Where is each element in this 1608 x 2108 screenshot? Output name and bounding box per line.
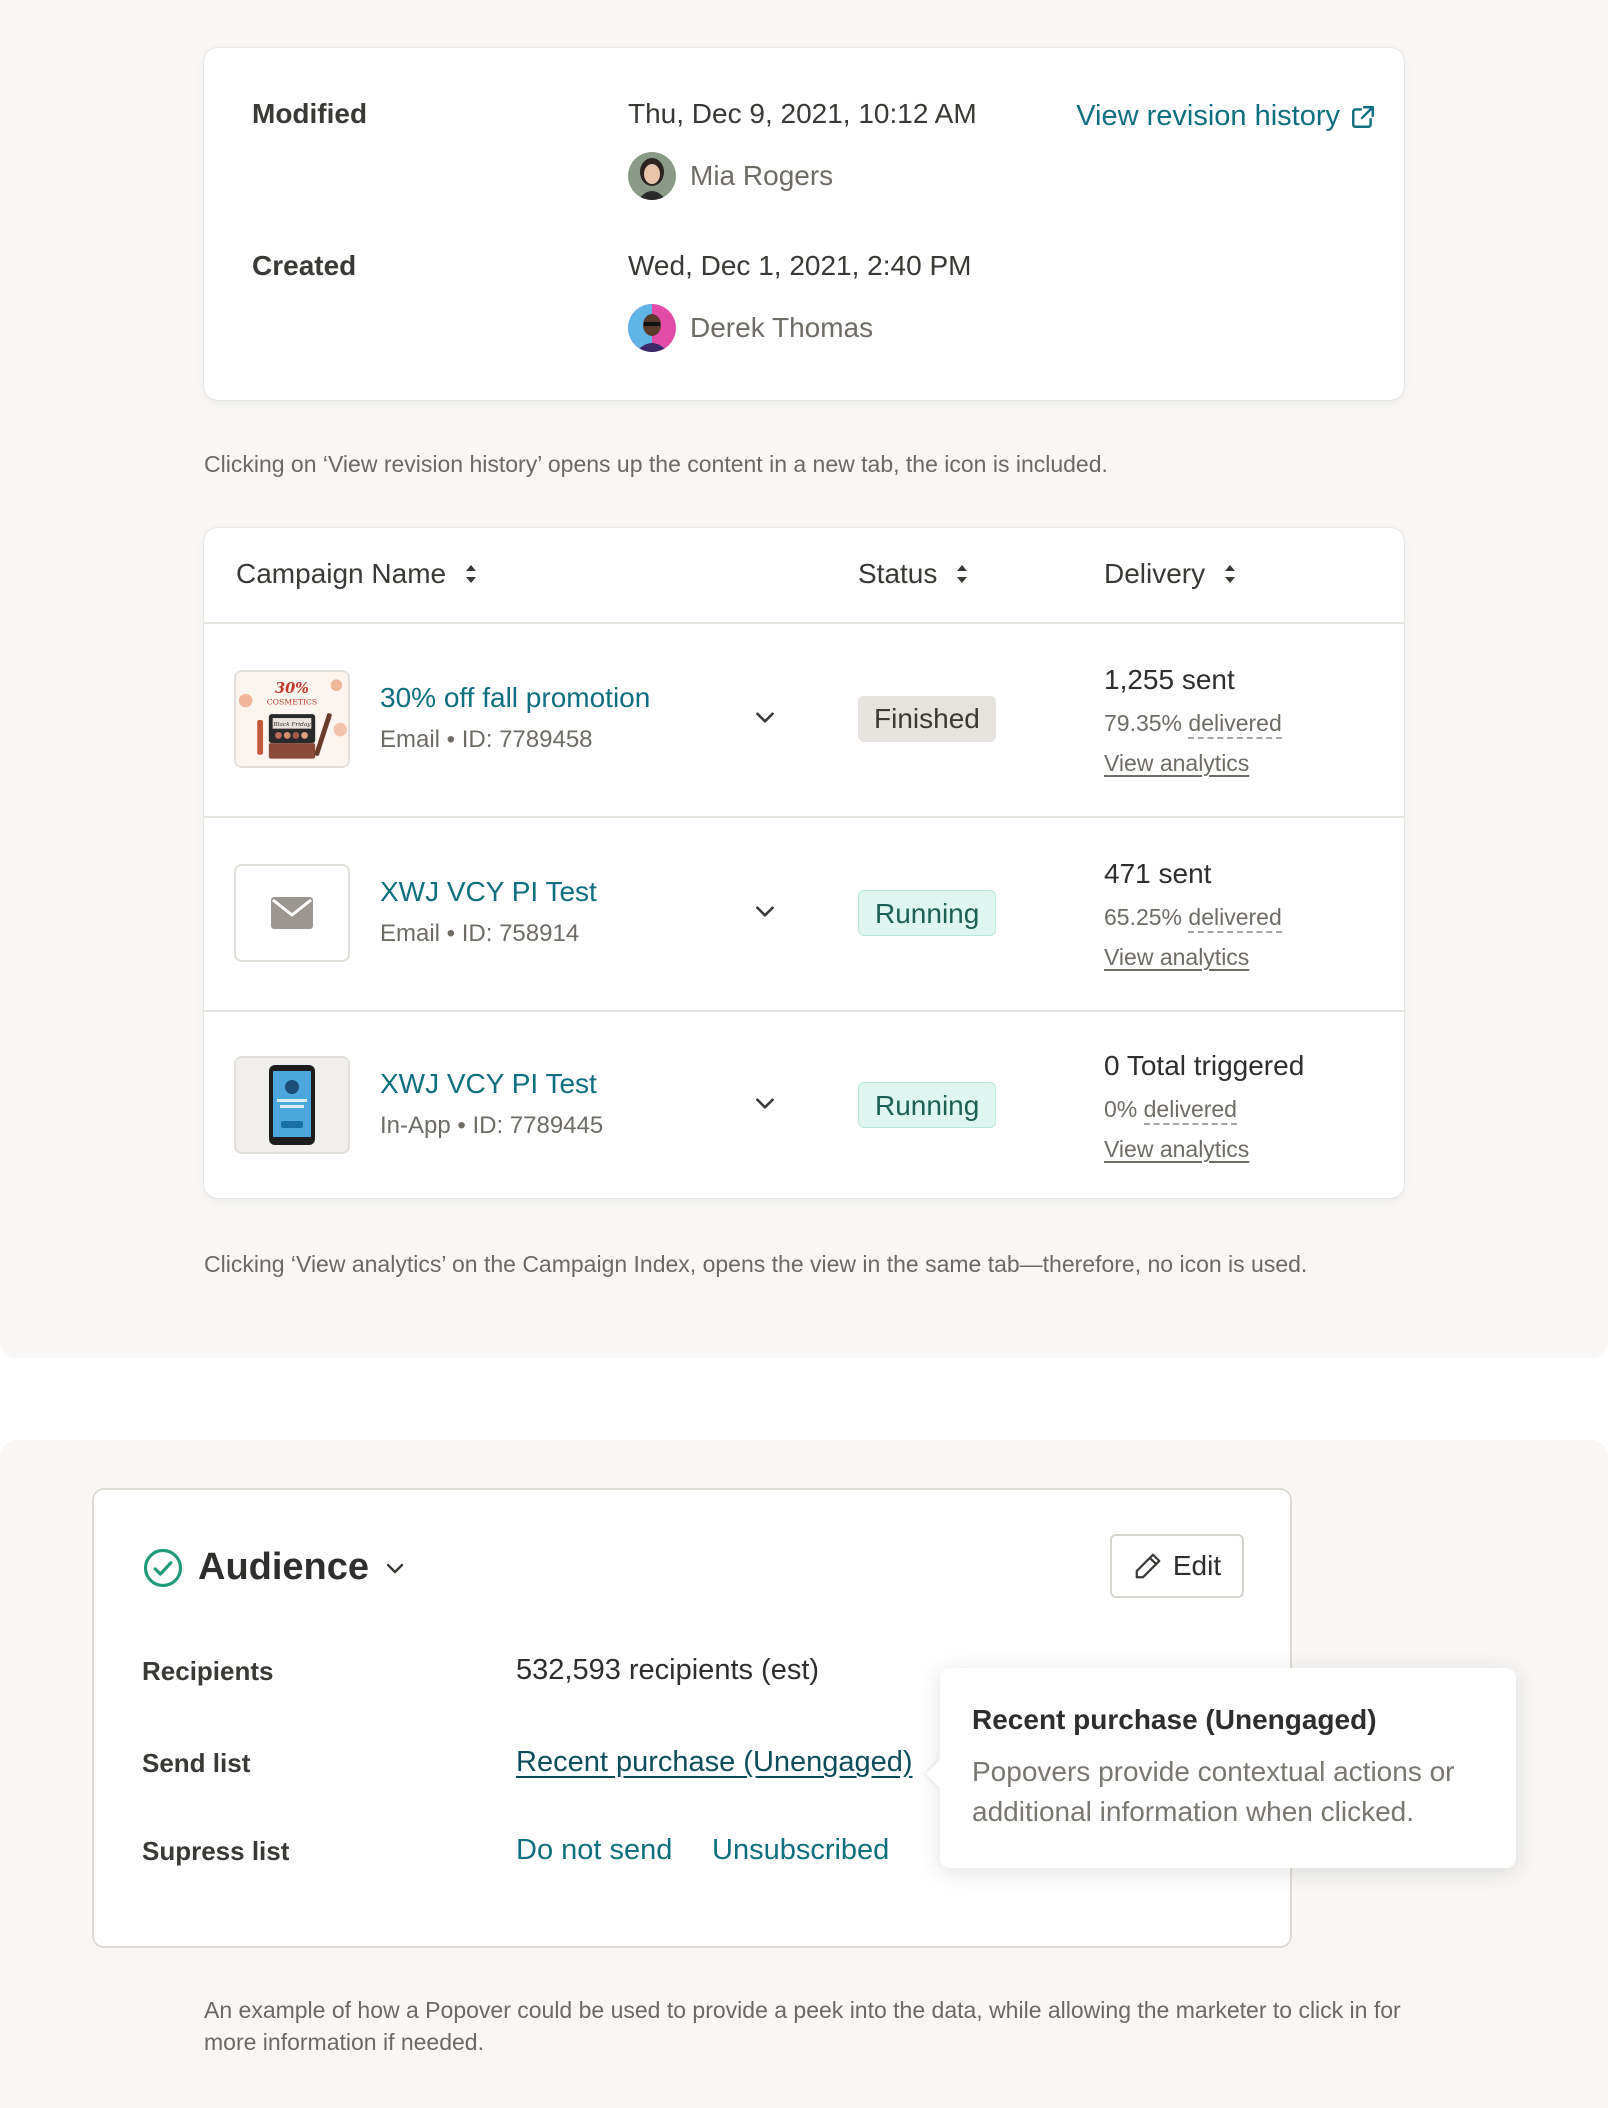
send-list-label: Send list (142, 1748, 251, 1778)
delivery-count: 0 Total triggered (1104, 1050, 1305, 1081)
campaign-name-link[interactable]: 30% off fall promotion (380, 682, 650, 714)
audience-header[interactable]: Audience (142, 1546, 407, 1589)
delivery-percent: 65.25% delivered (1104, 904, 1282, 933)
campaign-meta: In-App • ID: 7789445 (380, 1112, 604, 1139)
campaign-table: Campaign Name Status Delivery 30% COSMET… (204, 528, 1404, 1198)
campaign-name-link[interactable]: XWJ VCY PI Test (380, 876, 597, 908)
created-by-name: Derek Thomas (690, 312, 874, 343)
created-label: Created (252, 250, 357, 281)
popover-body: Popovers provide contextual actions or a… (972, 1756, 1455, 1827)
caption-popover: An example of how a Popover could be use… (204, 1997, 1401, 2055)
campaign-name-link[interactable]: XWJ VCY PI Test (380, 1068, 597, 1100)
do-not-send-link[interactable]: Do not send (516, 1834, 672, 1867)
caption-revision: Clicking on ‘View revision history’ open… (204, 451, 1108, 477)
delivered-tooltip-trigger[interactable]: delivered (1143, 1096, 1237, 1125)
status-badge: Finished (858, 696, 996, 742)
modified-date: Thu, Dec 9, 2021, 10:12 AM (628, 98, 977, 129)
send-list-value: Recent purchase (Unengaged) (516, 1746, 913, 1779)
external-link-icon (1352, 105, 1374, 128)
thumb-text-top: 30% (275, 680, 309, 697)
revision-link-label: View revision history (1076, 100, 1340, 132)
campaign-meta: Email • ID: 7789458 (380, 726, 593, 753)
delivered-tooltip-trigger[interactable]: delivered (1188, 904, 1282, 933)
phone-thumbnail (234, 1056, 350, 1154)
delivered-tooltip-trigger[interactable]: delivered (1188, 710, 1282, 739)
popover: Recent purchase (Unengaged) Popovers pro… (925, 1668, 1516, 1868)
thumb-text-tag: Black Friday (272, 722, 311, 728)
avatar (628, 152, 676, 200)
avatar (628, 304, 676, 352)
check-circle-icon (143, 1548, 183, 1587)
sort-icon (466, 565, 477, 583)
delivery-percent-value: 65.25% (1104, 904, 1183, 930)
column-delivery[interactable]: Delivery (1104, 558, 1237, 590)
chevron-down-icon[interactable] (752, 704, 778, 730)
view-analytics-link[interactable]: View analytics (1104, 944, 1249, 971)
table-row: 30% COSMETICS Black Friday 30% off fall … (204, 624, 1404, 816)
unsubscribed-link[interactable]: Unsubscribed (712, 1834, 889, 1867)
campaign-meta: Email • ID: 758914 (380, 920, 580, 947)
chevron-down-icon (386, 1563, 404, 1573)
popover-title: Recent purchase (Unengaged) (972, 1704, 1377, 1735)
edit-label: Edit (1172, 1550, 1222, 1581)
delivery-percent-value: 79.35% (1104, 710, 1183, 736)
delivery-count: 1,255 sent (1104, 664, 1235, 695)
audience-title: Audience (198, 1546, 370, 1588)
sort-icon (1225, 565, 1236, 583)
metadata-card: Modified Thu, Dec 9, 2021, 10:12 AM Mia … (204, 48, 1404, 400)
edit-button[interactable]: Edit (1110, 1534, 1244, 1598)
modified-label: Modified (252, 98, 368, 129)
view-analytics-link[interactable]: View analytics (1104, 750, 1249, 777)
delivery-percent: 79.35% delivered (1104, 710, 1282, 739)
cosmetics-thumbnail: 30% COSMETICS Black Friday (234, 670, 350, 768)
column-label: Status (858, 558, 938, 589)
view-revision-history-link[interactable]: View revision history (1076, 100, 1376, 133)
view-analytics-link[interactable]: View analytics (1104, 1136, 1249, 1163)
delivery-percent-value: 0% (1104, 1096, 1138, 1122)
column-label: Campaign Name (236, 558, 447, 589)
modified-by-name: Mia Rogers (690, 160, 834, 191)
supress-list-label: Supress list (142, 1836, 290, 1866)
recipients-value: 532,593 recipients (est) (516, 1654, 820, 1686)
delivery-percent: 0% delivered (1104, 1096, 1237, 1125)
status-badge: Running (858, 890, 997, 936)
send-list-popover-trigger[interactable]: Recent purchase (Unengaged) (516, 1746, 913, 1778)
modified-by: Mia Rogers (628, 152, 833, 200)
recipients-label: Recipients (142, 1656, 274, 1686)
column-label: Delivery (1104, 558, 1206, 589)
column-status[interactable]: Status (858, 558, 969, 590)
pencil-icon (1135, 1553, 1161, 1579)
sort-icon (957, 565, 968, 583)
chevron-down-icon[interactable] (752, 898, 778, 924)
status-badge: Running (858, 1082, 997, 1128)
table-row: XWJ VCY PI Test Email • ID: 758914 Runni… (204, 818, 1404, 1010)
chevron-down-icon[interactable] (752, 1090, 778, 1116)
created-by: Derek Thomas (628, 304, 873, 352)
created-date: Wed, Dec 1, 2021, 2:40 PM (628, 250, 972, 281)
delivery-count: 471 sent (1104, 858, 1212, 889)
table-row: XWJ VCY PI Test In-App • ID: 7789445 Run… (204, 1010, 1404, 1198)
column-campaign-name[interactable]: Campaign Name (236, 558, 478, 590)
thumb-text-sub: COSMETICS (267, 698, 317, 707)
caption-analytics: Clicking ‘View analytics’ on the Campaig… (204, 1251, 1308, 1277)
envelope-icon (271, 897, 313, 929)
email-thumbnail (234, 864, 350, 962)
